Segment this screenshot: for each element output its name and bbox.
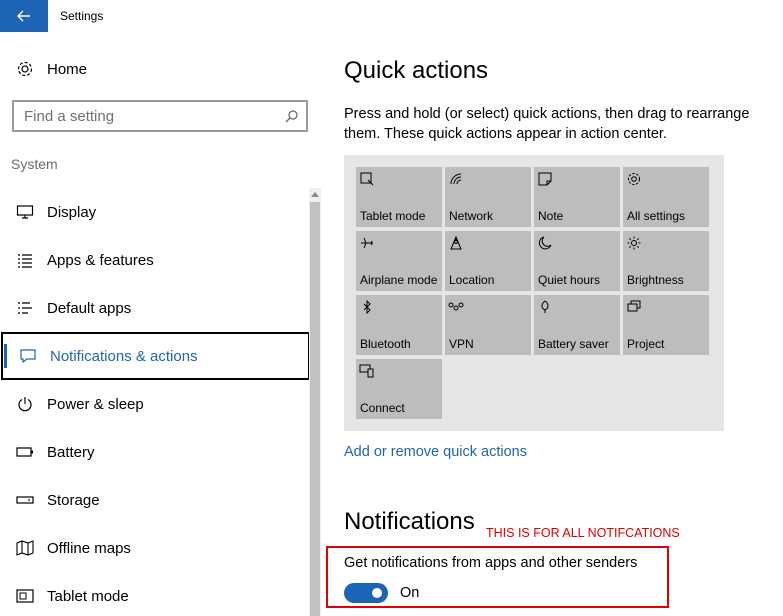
quick-action-airplane-mode[interactable]: Airplane mode	[356, 231, 442, 291]
annotation-text: THIS IS FOR ALL NOTIFCATIONS	[486, 526, 680, 540]
tile-label: Brightness	[627, 273, 684, 287]
project-icon	[626, 299, 642, 315]
airplane-icon	[359, 235, 375, 251]
tile-label: Quiet hours	[538, 273, 601, 287]
tile-label: Connect	[360, 401, 405, 415]
scroll-thumb[interactable]	[310, 202, 320, 616]
tile-label: Tablet mode	[360, 209, 426, 223]
sidebar-item-notifications-actions[interactable]: Notifications & actions	[1, 332, 310, 380]
quick-actions-panel: Tablet mode Network Note All settings Ai…	[344, 155, 724, 431]
sidebar-item-label: Notifications & actions	[50, 347, 198, 365]
quick-action-all-settings[interactable]: All settings	[623, 167, 709, 227]
tile-label: Project	[627, 337, 665, 351]
sidebar-item-offline-maps[interactable]: Offline maps	[0, 524, 310, 572]
toggle-knob	[372, 588, 382, 598]
quick-actions-description: Press and hold (or select) quick actions…	[344, 106, 750, 142]
tile-label: All settings	[627, 209, 686, 223]
tablet-mode-icon	[359, 171, 375, 187]
sidebar-item-power-sleep[interactable]: Power & sleep	[0, 380, 310, 428]
gear-icon	[626, 171, 642, 187]
search-input[interactable]: Find a setting	[12, 100, 308, 132]
storage-icon	[0, 476, 47, 524]
sidebar-item-label: Storage	[47, 491, 100, 509]
note-icon	[537, 171, 553, 187]
sidebar-scrollbar[interactable]	[309, 188, 321, 616]
moon-icon	[537, 235, 553, 251]
battery-saver-icon	[537, 299, 553, 315]
quick-action-battery-saver[interactable]: Battery saver	[534, 295, 620, 355]
network-icon	[448, 171, 464, 187]
sidebar-item-label: Tablet mode	[47, 587, 129, 605]
tile-label: Note	[538, 209, 564, 223]
tile-label: Bluetooth	[360, 337, 411, 351]
location-icon	[448, 235, 464, 251]
home-nav-item[interactable]: Home	[0, 56, 310, 82]
quick-action-brightness[interactable]: Brightness	[623, 231, 709, 291]
sidebar-item-label: Battery	[47, 443, 95, 461]
connect-icon	[359, 363, 375, 379]
quick-action-project[interactable]: Project	[623, 295, 709, 355]
default-apps-icon	[0, 284, 47, 332]
quick-action-quiet-hours[interactable]: Quiet hours	[534, 231, 620, 291]
apps-list-icon	[0, 236, 47, 284]
sidebar-item-label: Offline maps	[47, 539, 131, 557]
tile-label: Battery saver	[538, 337, 609, 351]
quick-actions-title: Quick actions	[344, 57, 489, 84]
tile-label: Airplane mode	[360, 273, 438, 287]
vpn-icon	[448, 299, 464, 315]
notifications-title: Notifications	[344, 508, 475, 535]
sidebar-item-apps-features[interactable]: Apps & features	[0, 236, 310, 284]
back-button[interactable]	[0, 0, 48, 32]
scroll-up-arrow-icon[interactable]	[309, 188, 321, 200]
sidebar-item-tablet-mode[interactable]: Tablet mode	[0, 572, 310, 616]
bluetooth-icon	[359, 299, 375, 315]
quick-action-note[interactable]: Note	[534, 167, 620, 227]
quick-action-location[interactable]: Location	[445, 231, 531, 291]
sidebar-item-display[interactable]: Display	[0, 188, 310, 236]
search-placeholder: Find a setting	[24, 107, 115, 125]
back-arrow-icon	[17, 10, 31, 22]
tablet-icon	[0, 572, 47, 616]
sidebar-item-battery[interactable]: Battery	[0, 428, 310, 476]
search-icon[interactable]	[278, 109, 306, 123]
gear-icon	[0, 60, 47, 78]
sidebar-item-label: Apps & features	[47, 251, 154, 269]
quick-action-tablet-mode[interactable]: Tablet mode	[356, 167, 442, 227]
map-icon	[0, 524, 47, 572]
title-bar: Settings	[0, 0, 783, 32]
tile-label: VPN	[449, 337, 474, 351]
notification-icon	[3, 332, 50, 380]
display-icon	[0, 188, 47, 236]
sidebar-item-default-apps[interactable]: Default apps	[0, 284, 310, 332]
home-label: Home	[47, 60, 88, 78]
quick-action-network[interactable]: Network	[445, 167, 531, 227]
quick-action-bluetooth[interactable]: Bluetooth	[356, 295, 442, 355]
sidebar-item-storage[interactable]: Storage	[0, 476, 310, 524]
sidebar-item-label: Power & sleep	[47, 395, 144, 413]
group-label-system: System	[11, 156, 58, 172]
window-title: Settings	[60, 9, 104, 23]
battery-icon	[0, 428, 47, 476]
quick-action-connect[interactable]: Connect	[356, 359, 442, 419]
sidebar-item-label: Display	[47, 203, 97, 221]
toggle-state-label: On	[400, 585, 420, 601]
tile-label: Location	[449, 273, 495, 287]
brightness-icon	[626, 235, 642, 251]
power-icon	[0, 380, 47, 428]
quick-action-vpn[interactable]: VPN	[445, 295, 531, 355]
tile-label: Network	[449, 209, 494, 223]
get-notifications-toggle[interactable]	[344, 583, 388, 603]
add-remove-quick-actions-link[interactable]: Add or remove quick actions	[344, 444, 527, 460]
get-notifications-label: Get notifications from apps and other se…	[344, 555, 638, 571]
nav-list: Display Apps & features Default apps Not…	[0, 188, 310, 616]
sidebar-item-label: Default apps	[47, 299, 132, 317]
sidebar: Home Find a setting System Display Apps …	[0, 32, 322, 616]
